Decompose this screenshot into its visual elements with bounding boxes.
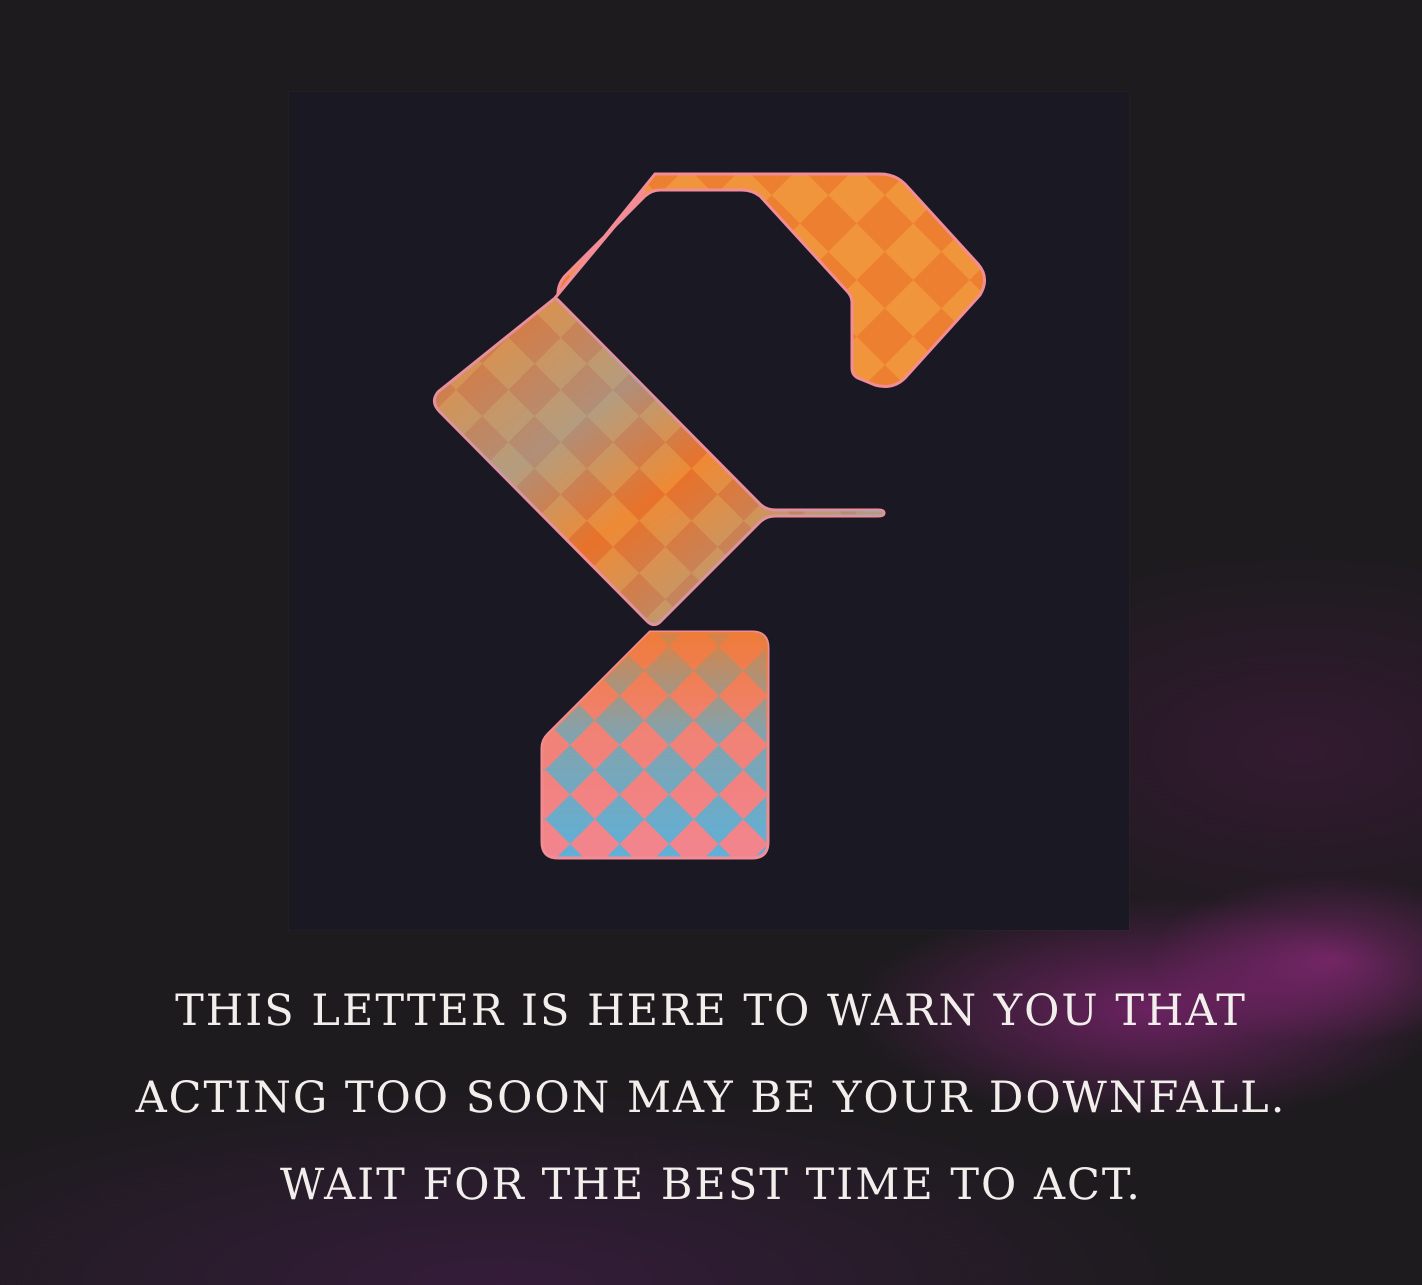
caption: THIS LETTER IS HERE TO WARN YOU THAT ACT… xyxy=(0,968,1422,1229)
caption-line-3: WAIT FOR THE BEST TIME TO ACT. xyxy=(280,1160,1142,1210)
letter-top-arm xyxy=(556,172,986,388)
letter-f-illustration xyxy=(433,172,986,860)
caption-line-1: THIS LETTER IS HERE TO WARN YOU THAT xyxy=(175,986,1247,1036)
caption-line-2: ACTING TOO SOON MAY BE YOUR DOWNFALL. xyxy=(135,1073,1287,1123)
art-panel xyxy=(289,92,1129,930)
poster: THIS LETTER IS HERE TO WARN YOU THAT ACT… xyxy=(0,0,1422,1285)
